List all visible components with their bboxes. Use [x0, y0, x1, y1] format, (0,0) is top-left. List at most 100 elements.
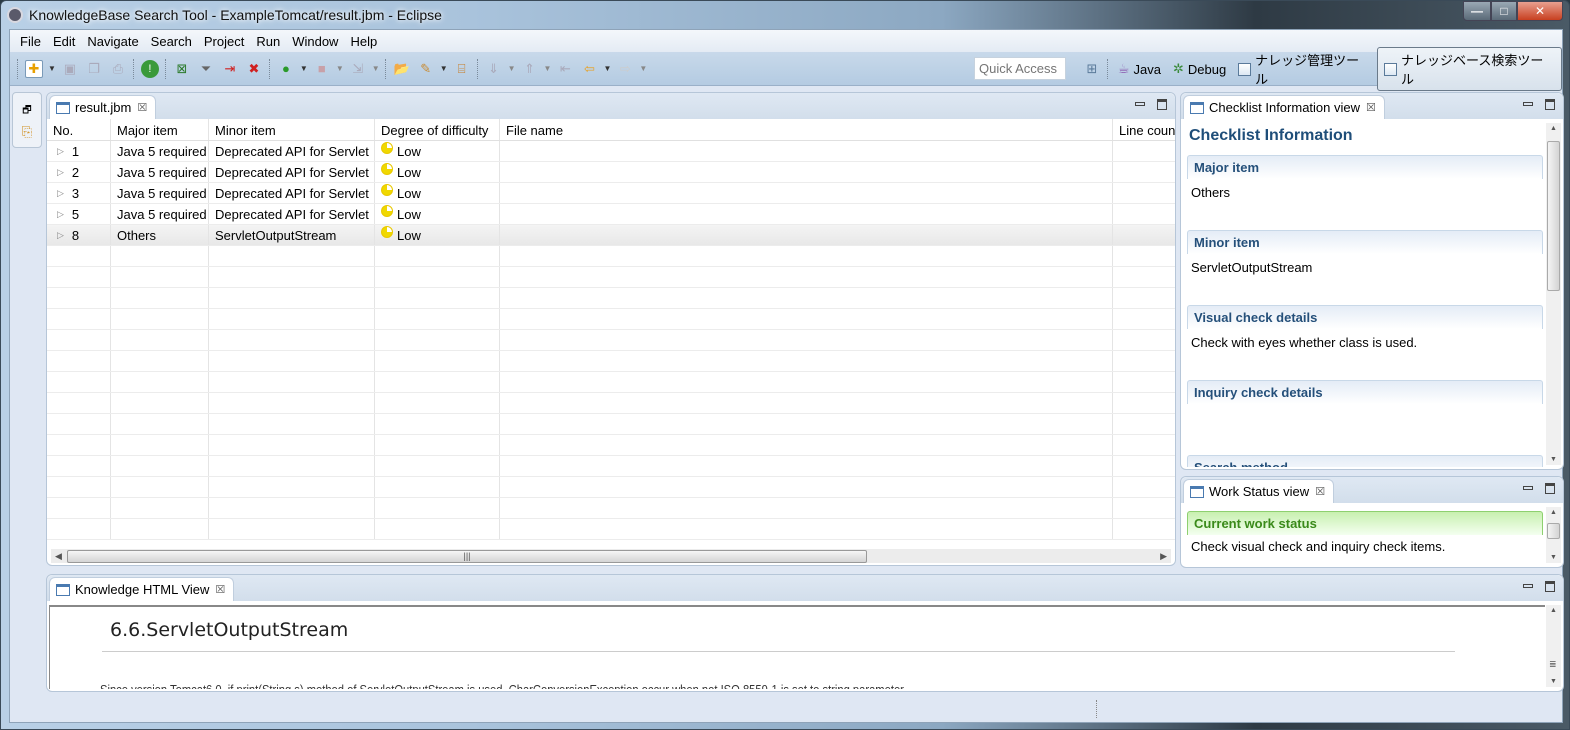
- expand-row-icon[interactable]: ▷: [57, 230, 64, 241]
- stop-icon[interactable]: ■: [313, 60, 331, 78]
- scroll-right-icon[interactable]: ▶: [1160, 551, 1167, 562]
- run-icon[interactable]: ●: [277, 60, 295, 78]
- table-row[interactable]: ▷ 5 Java 5 required Deprecated API for Serv…: [47, 204, 1175, 225]
- tab-work-status[interactable]: Work Status view ☒: [1183, 479, 1335, 503]
- close-tab-icon[interactable]: ☒: [215, 583, 225, 596]
- work-status-vertical-scrollbar[interactable]: ▲ ▼: [1546, 507, 1561, 563]
- connect-dropdown-icon[interactable]: ▼: [372, 64, 380, 73]
- pen-icon[interactable]: ✎: [417, 60, 435, 78]
- close-tab-icon[interactable]: ☒: [137, 101, 147, 114]
- menu-search[interactable]: Search: [145, 34, 198, 49]
- quick-access-input[interactable]: [974, 57, 1066, 80]
- minimize-view-icon[interactable]: [1523, 486, 1533, 490]
- checklist-vertical-scrollbar[interactable]: ▲ ▼: [1546, 123, 1561, 465]
- maximize-view-icon[interactable]: [1157, 99, 1167, 110]
- expand-row-icon[interactable]: ▷: [57, 209, 64, 220]
- table-row[interactable]: ▷ 1 Java 5 required Deprecated API for Serv…: [47, 141, 1175, 162]
- print-icon[interactable]: ⎙: [109, 60, 127, 78]
- scroll-down-icon[interactable]: ▼: [1550, 678, 1557, 685]
- search-run-icon[interactable]: !: [140, 59, 159, 78]
- html-vertical-scrollbar[interactable]: ▲ ≣ ▼: [1546, 605, 1561, 687]
- close-tab-icon[interactable]: ☒: [1315, 485, 1325, 498]
- col-line-count[interactable]: Line coun: [1113, 119, 1175, 140]
- perspective-java[interactable]: ☕ Java: [1112, 59, 1167, 79]
- close-button[interactable]: ✕: [1517, 1, 1563, 21]
- table-row[interactable]: ▷ 8 Others ServletOutputStream Low: [47, 225, 1175, 246]
- minimize-view-icon[interactable]: [1135, 102, 1145, 106]
- restore-icon[interactable]: 🗗: [13, 103, 41, 120]
- minimize-view-icon[interactable]: [1523, 584, 1533, 588]
- menu-navigate[interactable]: Navigate: [81, 34, 144, 49]
- horizontal-scrollbar[interactable]: ◀ ||| ▶: [51, 549, 1171, 563]
- perspective-knowledgebase-search[interactable]: ナレッジベース検索ツール: [1377, 47, 1562, 91]
- filter-icon[interactable]: ⏷: [197, 60, 215, 78]
- maximize-view-icon[interactable]: [1545, 581, 1555, 592]
- tab-checklist-information[interactable]: Checklist Information view ☒: [1183, 95, 1385, 119]
- scroll-down-icon[interactable]: ▼: [1550, 554, 1557, 561]
- close-tab-icon[interactable]: ☒: [1366, 101, 1376, 114]
- next-annotation-icon[interactable]: ⇓: [485, 60, 503, 78]
- expand-row-icon[interactable]: ▷: [57, 146, 64, 157]
- save-icon[interactable]: ▣: [61, 60, 79, 78]
- pen-dropdown-icon[interactable]: ▼: [440, 64, 448, 73]
- minimize-button[interactable]: —: [1463, 1, 1491, 21]
- col-major-item[interactable]: Major item: [111, 119, 209, 140]
- new-dropdown-icon[interactable]: ▼: [48, 64, 56, 73]
- package-explorer-icon[interactable]: ⎘: [13, 124, 41, 140]
- excel-export-icon[interactable]: ⊠: [173, 60, 191, 78]
- menu-window[interactable]: Window: [286, 34, 344, 49]
- delete-table-icon[interactable]: ✖: [245, 60, 263, 78]
- menu-edit[interactable]: Edit: [47, 34, 81, 49]
- toolbar-separator: [132, 58, 135, 79]
- expand-row-icon[interactable]: ▷: [57, 188, 64, 199]
- empty-table-row: [47, 414, 1175, 435]
- forward-dropdown-icon[interactable]: ▼: [639, 64, 647, 73]
- stop-dropdown-icon[interactable]: ▼: [336, 64, 344, 73]
- scroll-up-icon[interactable]: ▲: [1550, 125, 1557, 132]
- maximize-button[interactable]: □: [1491, 1, 1517, 21]
- scroll-thumb-grip-icon[interactable]: ≣: [1549, 659, 1557, 670]
- menu-project[interactable]: Project: [198, 34, 250, 49]
- last-edit-icon[interactable]: ⇤: [556, 60, 574, 78]
- save-all-icon[interactable]: ❐: [85, 60, 103, 78]
- new-icon[interactable]: ✚: [25, 59, 43, 78]
- prev-annotation-icon[interactable]: ⇑: [521, 60, 539, 78]
- menu-file[interactable]: File: [14, 34, 47, 49]
- scrollbar-thumb[interactable]: [1547, 141, 1560, 291]
- scroll-up-icon[interactable]: ▲: [1550, 509, 1557, 516]
- col-minor-item[interactable]: Minor item: [209, 119, 375, 140]
- tab-knowledge-html-view[interactable]: Knowledge HTML View ☒: [49, 577, 235, 601]
- back-icon[interactable]: ⇦: [580, 60, 598, 78]
- scrollbar-thumb[interactable]: [1547, 523, 1560, 539]
- menu-run[interactable]: Run: [250, 34, 286, 49]
- col-difficulty[interactable]: Degree of difficulty: [375, 119, 500, 140]
- table-row[interactable]: ▷ 2 Java 5 required Deprecated API for Serv…: [47, 162, 1175, 183]
- back-dropdown-icon[interactable]: ▼: [603, 64, 611, 73]
- menu-help[interactable]: Help: [344, 34, 383, 49]
- minimize-view-icon[interactable]: [1523, 102, 1533, 106]
- col-no[interactable]: No.: [47, 119, 111, 140]
- prev-annotation-dropdown-icon[interactable]: ▼: [544, 64, 552, 73]
- scrollbar-thumb[interactable]: |||: [67, 549, 867, 563]
- import-table-icon[interactable]: ⇥: [221, 60, 239, 78]
- scroll-down-icon[interactable]: ▼: [1550, 456, 1557, 463]
- html-content: 6.6.ServletOutputStream Since version To…: [49, 605, 1545, 689]
- tab-result-jbm[interactable]: result.jbm ☒: [49, 95, 157, 119]
- cell-line-count: [1113, 267, 1175, 287]
- scroll-left-icon[interactable]: ◀: [55, 551, 62, 562]
- table-row[interactable]: ▷ 3 Java 5 required Deprecated API for Serv…: [47, 183, 1175, 204]
- col-file-name[interactable]: File name: [500, 119, 1113, 140]
- run-dropdown-icon[interactable]: ▼: [300, 64, 308, 73]
- perspective-debug[interactable]: ✲ Debug: [1167, 59, 1232, 79]
- perspective-knowledge-management[interactable]: ナレッジ管理ツール: [1232, 48, 1377, 90]
- open-perspective-icon[interactable]: ⊞: [1083, 60, 1101, 78]
- open-archive-icon[interactable]: ⌸: [453, 60, 471, 78]
- open-folder-icon[interactable]: 📂: [393, 60, 411, 78]
- expand-row-icon[interactable]: ▷: [57, 167, 64, 178]
- next-annotation-dropdown-icon[interactable]: ▼: [508, 64, 516, 73]
- maximize-view-icon[interactable]: [1545, 99, 1555, 110]
- connect-icon[interactable]: ⇲: [349, 60, 367, 78]
- forward-icon[interactable]: ⇨: [616, 60, 634, 78]
- maximize-view-icon[interactable]: [1545, 483, 1555, 494]
- scroll-up-icon[interactable]: ▲: [1550, 607, 1557, 614]
